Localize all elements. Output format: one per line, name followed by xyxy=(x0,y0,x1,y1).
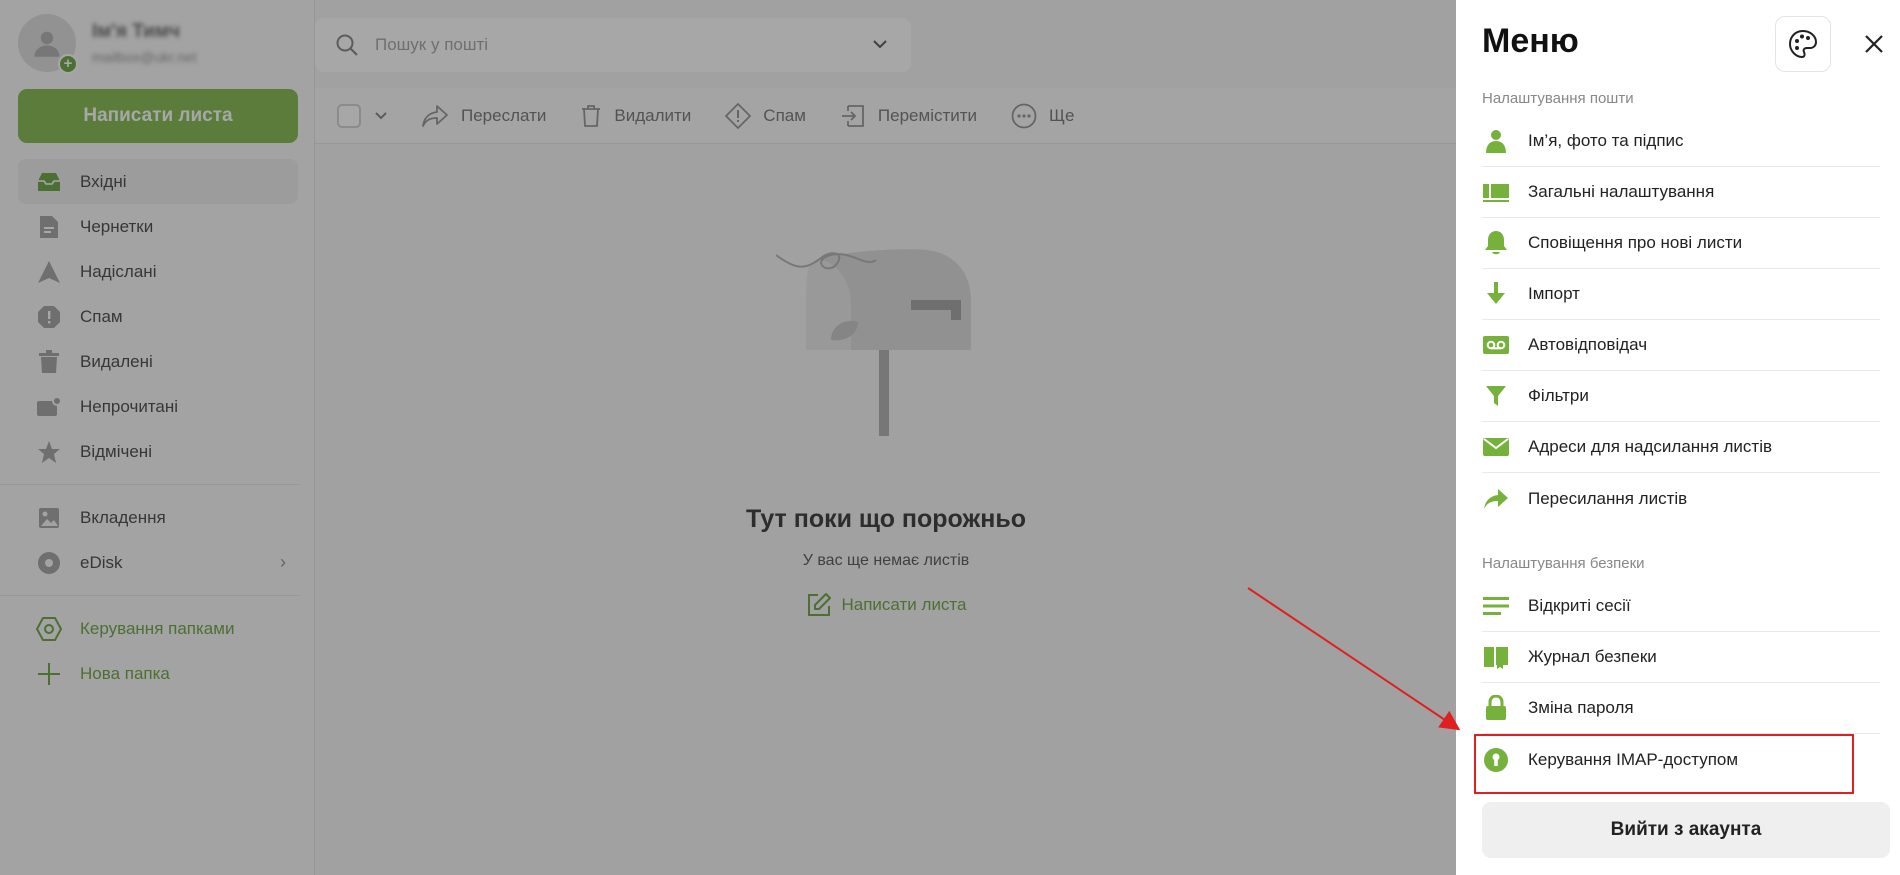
menu-item-general-settings[interactable]: Загальні налаштування xyxy=(1482,167,1880,218)
logout-button[interactable]: Вийти з акаунта xyxy=(1482,802,1890,858)
menu-item-label: Автовідповідач xyxy=(1528,335,1648,354)
menu-item-sending-addresses[interactable]: Адреси для надсилання листів xyxy=(1482,422,1880,473)
bell-icon xyxy=(1482,229,1510,257)
menu-title: Меню xyxy=(1482,22,1579,60)
menu-item-label: Ім’я, фото та підпис xyxy=(1528,131,1684,150)
menu-item-filters[interactable]: Фільтри xyxy=(1482,371,1880,422)
menu-item-security-log[interactable]: Журнал безпеки xyxy=(1482,632,1880,683)
modal-backdrop[interactable] xyxy=(0,0,1456,875)
menu-item-change-password[interactable]: Зміна пароля xyxy=(1482,683,1880,734)
menu-item-label: Пересилання листів xyxy=(1528,488,1688,508)
menu-item-name-photo-signature[interactable]: Ім’я, фото та підпис xyxy=(1482,116,1880,167)
theme-button[interactable] xyxy=(1775,16,1831,72)
voicemail-icon xyxy=(1482,331,1510,359)
menu-item-autoreply[interactable]: Автовідповідач xyxy=(1482,320,1880,371)
menu-item-label: Загальні налаштування xyxy=(1528,182,1715,201)
close-menu-button[interactable] xyxy=(1858,28,1890,60)
menu-item-forwarding[interactable]: Пересилання листів xyxy=(1482,473,1880,524)
menu-item-open-sessions[interactable]: Відкриті сесії xyxy=(1482,581,1880,632)
palette-icon xyxy=(1788,29,1818,59)
keyhole-icon xyxy=(1482,746,1510,774)
menu-item-label: Журнал безпеки xyxy=(1528,647,1657,666)
menu-item-imap-access[interactable]: Керування IMAP-доступом xyxy=(1482,734,1880,785)
security-settings-title: Налаштування безпеки xyxy=(1482,555,1645,572)
sessions-icon xyxy=(1482,592,1510,620)
menu-item-notifications[interactable]: Сповіщення про нові листи xyxy=(1482,218,1880,269)
menu-item-import[interactable]: Імпорт xyxy=(1482,269,1880,320)
mail-settings-title: Налаштування пошти xyxy=(1482,90,1634,107)
menu-item-label: Імпорт xyxy=(1528,284,1580,303)
menu-item-label: Відкриті сесії xyxy=(1528,596,1631,615)
security-settings-list: Відкриті сесії Журнал безпеки Зміна паро… xyxy=(1482,581,1880,785)
menu-panel: Меню Налаштування пошти Ім’я, фото та пі… xyxy=(1456,0,1900,875)
menu-item-label: Адреси для надсилання листів xyxy=(1528,437,1773,456)
mail-settings-list: Ім’я, фото та підпис Загальні налаштуван… xyxy=(1482,116,1880,524)
lock-icon xyxy=(1482,694,1510,722)
menu-item-label: Керування IMAP-доступом xyxy=(1528,749,1739,769)
forward-arrow-icon xyxy=(1482,485,1510,513)
envelope-icon xyxy=(1482,433,1510,461)
filter-icon xyxy=(1482,382,1510,410)
settings-panel-icon xyxy=(1482,178,1510,206)
person-icon xyxy=(1482,127,1510,155)
menu-item-label: Сповіщення про нові листи xyxy=(1528,233,1743,252)
book-icon xyxy=(1482,643,1510,671)
menu-item-label: Зміна пароля xyxy=(1528,698,1634,717)
close-icon xyxy=(1865,35,1883,53)
download-arrow-icon xyxy=(1482,280,1510,308)
menu-item-label: Фільтри xyxy=(1528,386,1589,405)
